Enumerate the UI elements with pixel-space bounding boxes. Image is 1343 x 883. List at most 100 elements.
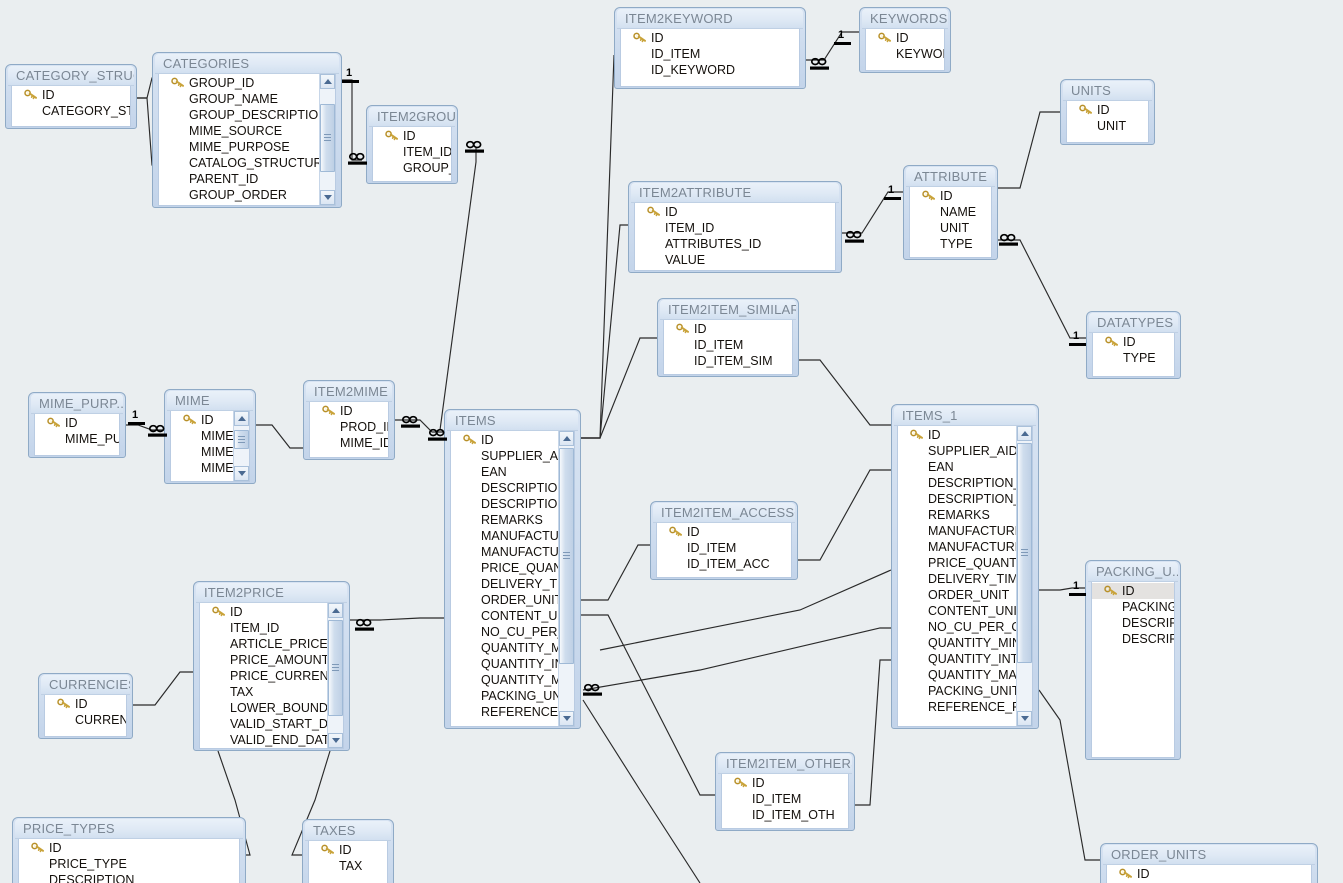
table-taxes[interactable]: TAXES ID TAX xyxy=(302,819,394,883)
field-items_1-9[interactable]: DELIVERY_TIME xyxy=(898,571,1032,587)
field-categories-2[interactable]: GROUP_DESCRIPTION xyxy=(159,107,335,123)
scrollbar-categories[interactable] xyxy=(319,74,335,205)
table-units[interactable]: UNITS ID UNIT xyxy=(1060,79,1155,145)
field-packing_units-3[interactable]: DESCRIPT xyxy=(1092,631,1174,647)
field-units-0[interactable]: ID xyxy=(1067,102,1148,118)
field-item2item_similar-2[interactable]: ID_ITEM_SIM xyxy=(664,353,792,369)
field-item2attribute-0[interactable]: ID xyxy=(635,204,835,220)
field-items-3[interactable]: DESCRIPTION_S xyxy=(451,480,574,496)
table-item2item_accessoires[interactable]: ITEM2ITEM_ACCESSOIRES ID ID_ITEM ID_ITEM_AC… xyxy=(650,501,798,580)
field-items-12[interactable]: NO_CU_PER_O xyxy=(451,624,574,640)
field-packing_units-1[interactable]: PACKING_ xyxy=(1092,599,1174,615)
relationship-line-attribute-to-units[interactable] xyxy=(998,111,1060,189)
field-items_1-16[interactable]: PACKING_UNITS xyxy=(898,683,1032,699)
relationship-line-items_1-to-left_cross[interactable] xyxy=(599,569,892,651)
relationship-line-items-to-item2item_similar[interactable] xyxy=(581,337,657,439)
field-item2price-7[interactable]: VALID_START_DATE xyxy=(200,716,343,732)
scroll-up-arrow-icon[interactable] xyxy=(559,431,574,446)
table-item2item_similar[interactable]: ITEM2ITEM_SIMILAR ID ID_ITEM ID_ITEM_SIM xyxy=(657,298,799,377)
field-item2group-2[interactable]: GROUP_ID xyxy=(373,160,451,176)
field-items-8[interactable]: PRICE_QUANTIT xyxy=(451,560,574,576)
field-attribute-0[interactable]: ID xyxy=(910,188,991,204)
table-title-item2item_similar[interactable]: ITEM2ITEM_SIMILAR xyxy=(660,300,796,320)
field-items-11[interactable]: CONTENT_UNIT xyxy=(451,608,574,624)
field-item2group-0[interactable]: ID xyxy=(373,128,451,144)
field-item2keyword-0[interactable]: ID xyxy=(621,30,799,46)
table-item2keyword[interactable]: ITEM2KEYWORD ID ID_ITEM ID_KEYWORD xyxy=(614,7,806,89)
field-item2price-0[interactable]: ID xyxy=(200,604,343,620)
field-item2price-2[interactable]: ARTICLE_PRICE pric xyxy=(200,636,343,652)
field-item2item_accessoires-0[interactable]: ID xyxy=(657,524,791,540)
field-items_1-12[interactable]: NO_CU_PER_OU xyxy=(898,619,1032,635)
table-item2group[interactable]: ITEM2GROUP ID ITEM_ID GROUP_ID xyxy=(366,105,458,184)
field-items-17[interactable]: REFERENCE_FE xyxy=(451,704,574,720)
field-items-6[interactable]: MANUFACTURE xyxy=(451,528,574,544)
table-mime_purpose[interactable]: MIME_PURP... ID MIME_PU xyxy=(28,392,126,458)
scrollbar-thumb-categories[interactable] xyxy=(320,104,335,172)
field-price_types-0[interactable]: ID xyxy=(19,840,239,856)
field-categories-4[interactable]: MIME_PURPOSE xyxy=(159,139,335,155)
scroll-up-arrow-icon[interactable] xyxy=(328,603,343,618)
field-items_1-8[interactable]: PRICE_QUANTITY xyxy=(898,555,1032,571)
relationships-canvas[interactable]: CATEGORY_STRUCT...IDCATEGORY_STRUCCATEGO… xyxy=(0,0,1343,883)
field-mime_purpose-1[interactable]: MIME_PU xyxy=(35,431,119,447)
scroll-up-arrow-icon[interactable] xyxy=(320,74,335,89)
field-keywords-1[interactable]: KEYWORD xyxy=(866,46,944,62)
table-price_types[interactable]: PRICE_TYPES ID PRICE_TYPE DESCRIPTION xyxy=(12,817,246,883)
field-packing_units-2[interactable]: DESCRIPT xyxy=(1092,615,1174,631)
table-title-item2mime[interactable]: ITEM2MIME xyxy=(306,382,392,402)
table-title-categories[interactable]: CATEGORIES xyxy=(155,54,339,74)
field-currencies-0[interactable]: ID xyxy=(45,696,126,712)
field-categories-5[interactable]: CATALOG_STRUCTURE_ty xyxy=(159,155,335,171)
table-title-mime_purpose[interactable]: MIME_PURP... xyxy=(31,394,123,414)
field-items-2[interactable]: EAN xyxy=(451,464,574,480)
table-title-keywords[interactable]: KEYWORDS xyxy=(862,9,948,29)
scroll-up-arrow-icon[interactable] xyxy=(234,411,249,426)
field-category_struct-0[interactable]: ID xyxy=(12,87,130,103)
relationship-line-item2item_similar-to-items_1[interactable] xyxy=(799,359,891,426)
table-keywords[interactable]: KEYWORDS ID KEYWORD xyxy=(859,7,951,73)
table-item2mime[interactable]: ITEM2MIME ID PROD_ID MIME_ID xyxy=(303,380,395,460)
field-category_struct-1[interactable]: CATEGORY_STRUC xyxy=(12,103,130,119)
field-packing_units-0[interactable]: ID xyxy=(1092,583,1174,599)
field-attribute-3[interactable]: TYPE xyxy=(910,236,991,252)
scrollbar-mime[interactable] xyxy=(233,411,249,481)
field-item2price-8[interactable]: VALID_END_DATE xyxy=(200,732,343,748)
field-item2attribute-3[interactable]: VALUE xyxy=(635,252,835,268)
field-item2item_others-1[interactable]: ID_ITEM xyxy=(722,791,848,807)
field-items-13[interactable]: QUANTITY_MIN xyxy=(451,640,574,656)
field-items_1-17[interactable]: REFERENCE_FEAT xyxy=(898,699,1032,715)
table-title-order_units[interactable]: ORDER_UNITS xyxy=(1103,845,1315,865)
field-items-10[interactable]: ORDER_UNIT xyxy=(451,592,574,608)
field-item2keyword-2[interactable]: ID_KEYWORD xyxy=(621,62,799,78)
relationship-line-mime-to-item2mime[interactable] xyxy=(256,424,303,449)
table-title-datatypes[interactable]: DATATYPES xyxy=(1089,313,1178,333)
field-mime_purpose-0[interactable]: ID xyxy=(35,415,119,431)
field-items_1-2[interactable]: EAN xyxy=(898,459,1032,475)
field-categories-3[interactable]: MIME_SOURCE xyxy=(159,123,335,139)
field-item2item_accessoires-2[interactable]: ID_ITEM_ACC xyxy=(657,556,791,572)
table-order_units[interactable]: ORDER_UNITS ID xyxy=(1100,843,1318,883)
table-title-item2item_others[interactable]: ITEM2ITEM_OTHERS xyxy=(718,754,852,774)
relationship-line-items-to-item2item_others[interactable] xyxy=(581,614,715,796)
field-datatypes-1[interactable]: TYPE xyxy=(1093,350,1174,366)
relationship-line-item2item_accessoires-to-items_1[interactable] xyxy=(798,469,891,561)
table-items_1[interactable]: ITEMS_1 ID SUPPLIER_AID EAN DESCRIPTION_SH DE… xyxy=(891,404,1039,729)
field-categories-1[interactable]: GROUP_NAME xyxy=(159,91,335,107)
field-item2price-5[interactable]: TAX xyxy=(200,684,343,700)
field-items_1-4[interactable]: DESCRIPTION_LO xyxy=(898,491,1032,507)
field-categories-0[interactable]: GROUP_ID xyxy=(159,75,335,91)
table-packing_units[interactable]: PACKING_U... ID PACKING_ DESCRIPT DESCRIPT xyxy=(1085,560,1181,760)
relationship-line-items-to-item2item_accessoires[interactable] xyxy=(581,544,650,601)
relationship-line-items-to-bottom_cross[interactable] xyxy=(582,699,701,883)
field-keywords-0[interactable]: ID xyxy=(866,30,944,46)
scrollbar-thumb-item2price[interactable] xyxy=(328,619,343,716)
field-item2item_similar-1[interactable]: ID_ITEM xyxy=(664,337,792,353)
field-items_1-6[interactable]: MANUFACTURER xyxy=(898,523,1032,539)
field-item2item_others-2[interactable]: ID_ITEM_OTH xyxy=(722,807,848,823)
scrollbar-thumb-items_1[interactable] xyxy=(1017,442,1032,663)
table-mime[interactable]: MIME ID MIME_ MIME_ MIME_ xyxy=(164,389,256,484)
field-items_1-7[interactable]: MANUFACTURER xyxy=(898,539,1032,555)
table-title-units[interactable]: UNITS xyxy=(1063,81,1152,101)
relationship-line-items-to-item2attribute[interactable] xyxy=(581,224,628,439)
